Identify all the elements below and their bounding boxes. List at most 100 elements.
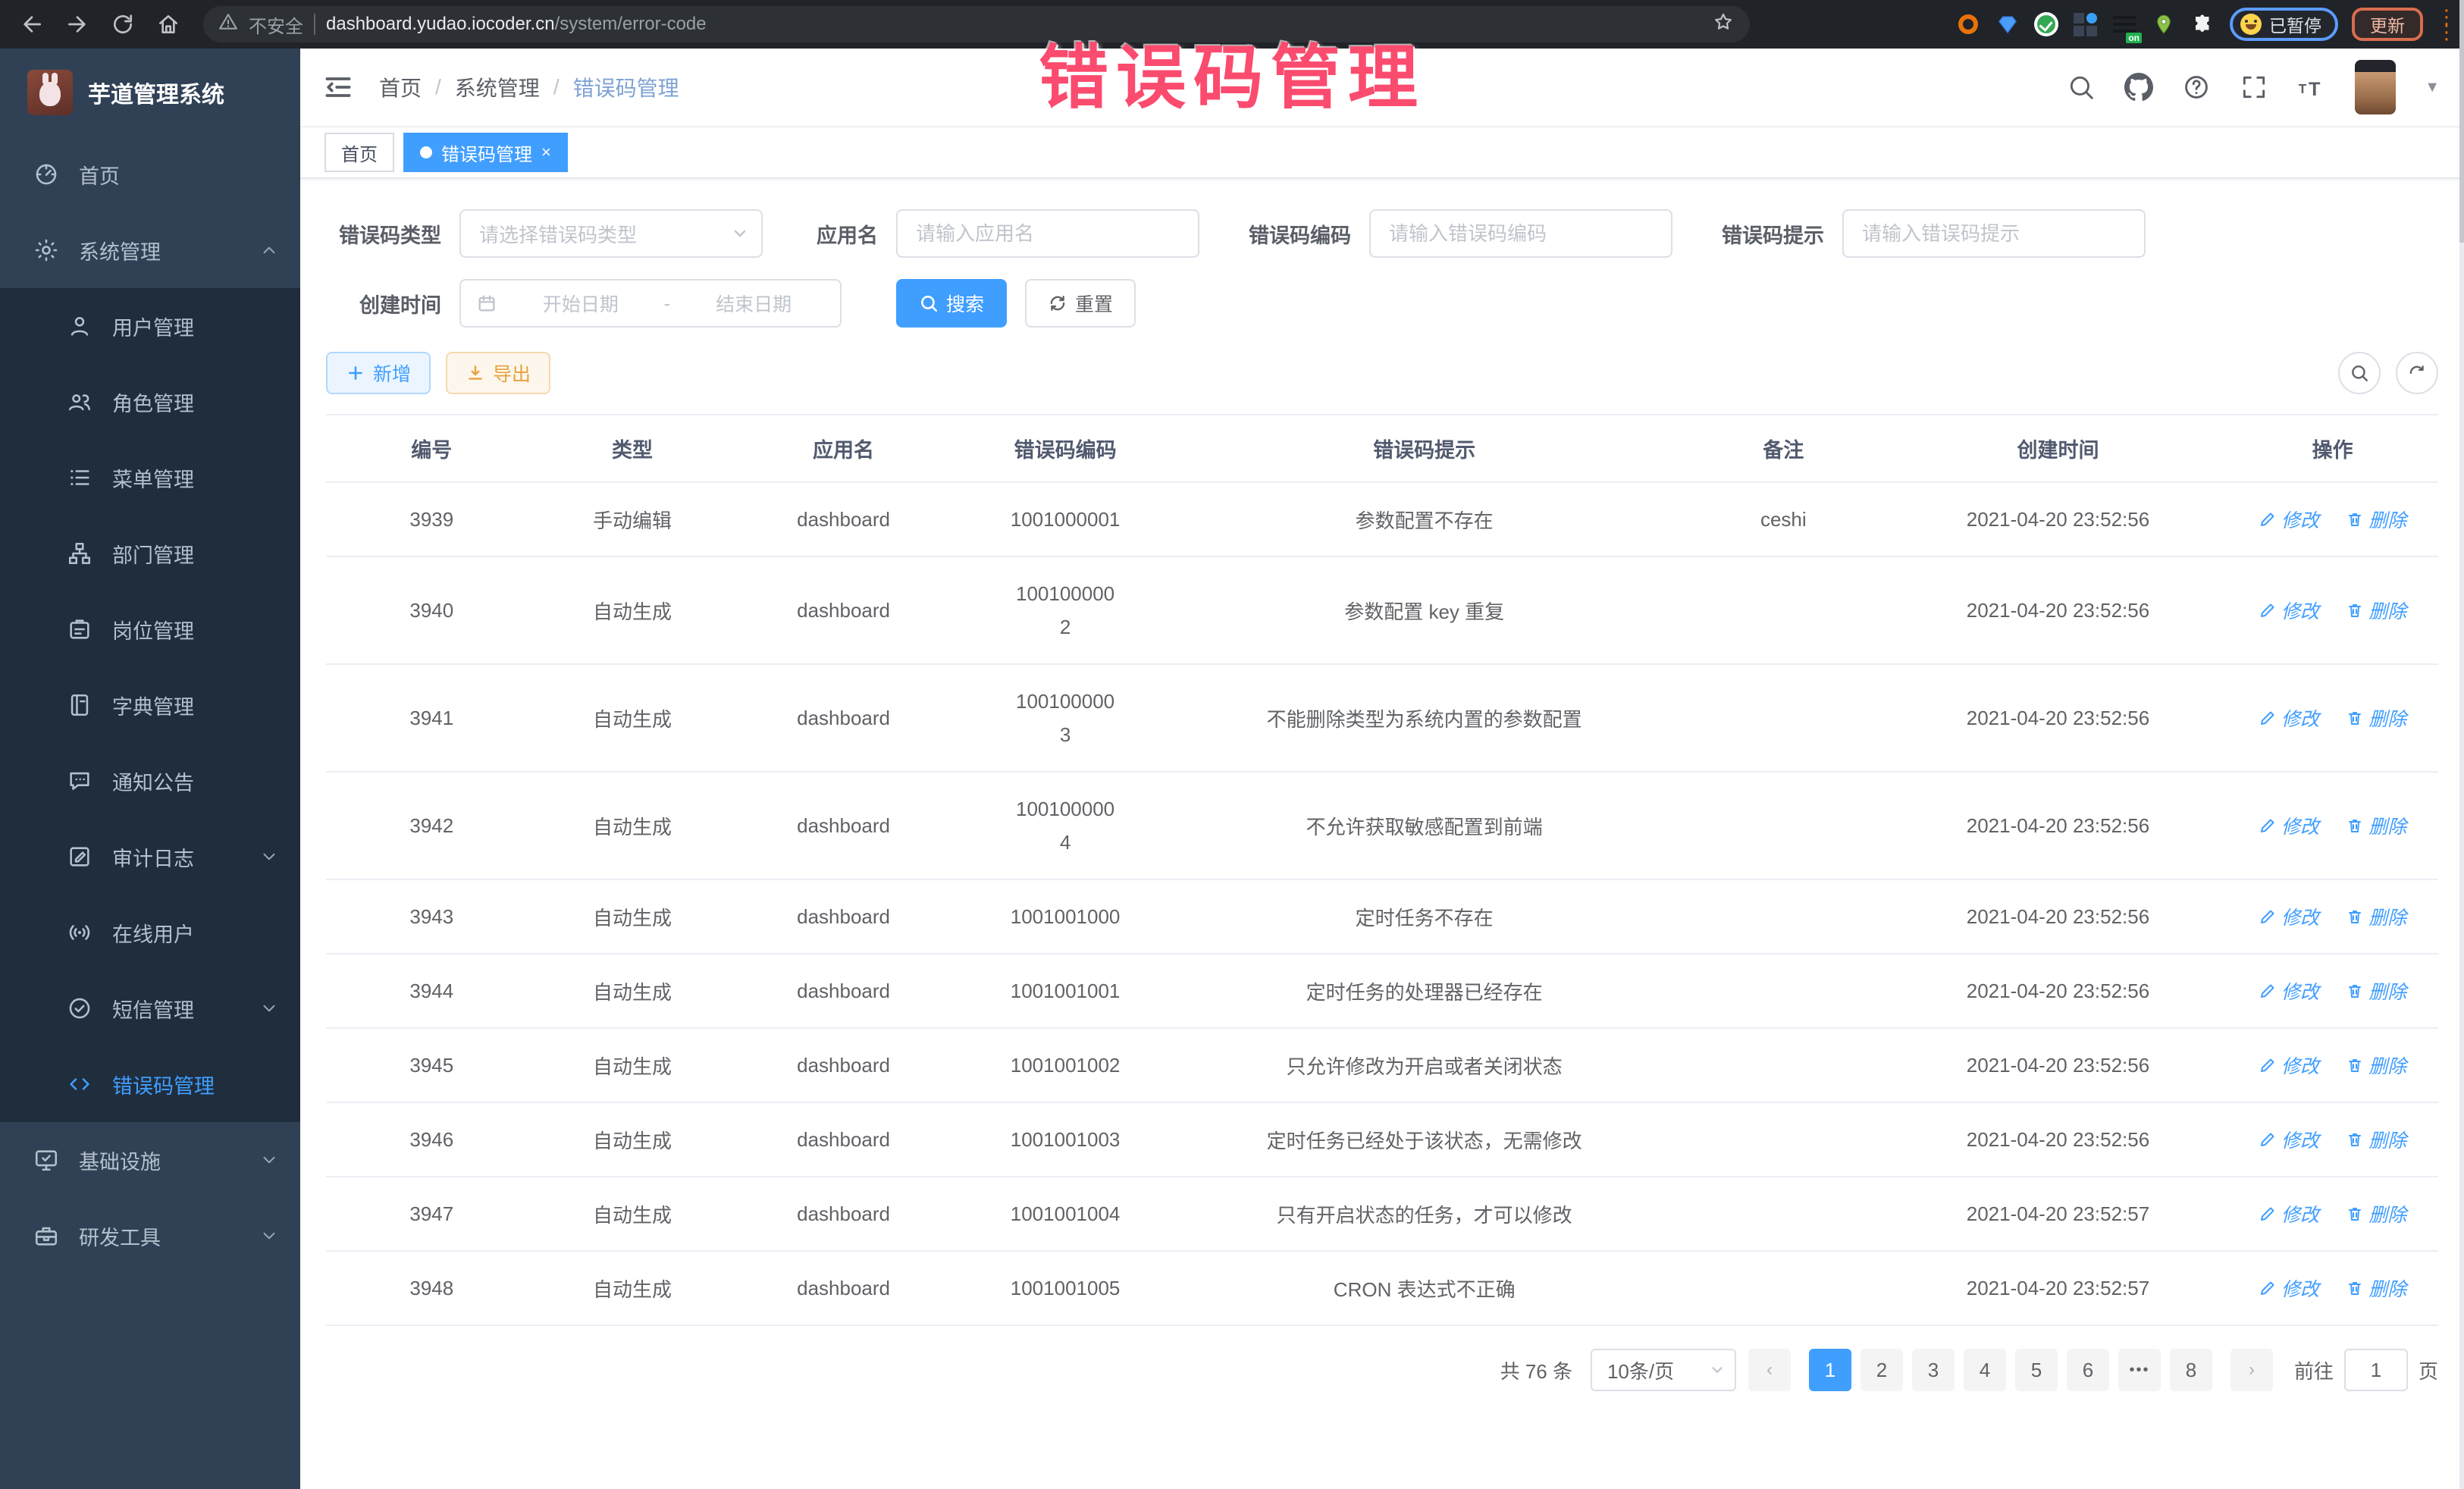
app-name-input[interactable] — [916, 222, 1180, 246]
sidebar-item-org-tree[interactable]: 部门管理 — [0, 516, 300, 591]
browser-home-icon[interactable] — [149, 5, 188, 44]
tab-home[interactable]: 首页 — [324, 133, 394, 172]
profile-paused-badge[interactable]: 已暂停 — [2230, 8, 2338, 41]
address-bar[interactable]: 不安全 dashboard.yudao.iocoder.cn/system/er… — [203, 6, 1750, 42]
edit-link[interactable]: 修改 — [2259, 1126, 2319, 1153]
cell-code: 100100000 3 — [960, 664, 1171, 772]
sidebar-item-announcement[interactable]: 通知公告 — [0, 743, 300, 819]
edit-link[interactable]: 修改 — [2259, 1052, 2319, 1079]
edit-link[interactable]: 修改 — [2259, 506, 2319, 533]
delete-link[interactable]: 删除 — [2346, 1126, 2406, 1153]
prev-page-button[interactable]: ‹ — [1748, 1349, 1791, 1391]
extensions-puzzle-icon[interactable] — [2190, 11, 2216, 37]
sidebar-item-users[interactable]: 角色管理 — [0, 364, 300, 440]
bookmark-star-icon[interactable] — [1712, 11, 1735, 39]
cell-type: 自动生成 — [538, 1177, 728, 1251]
fullscreen-icon[interactable] — [2240, 73, 2268, 102]
sidebar-item-user[interactable]: 用户管理 — [0, 288, 300, 364]
page-button-2[interactable]: 2 — [1861, 1349, 1903, 1391]
extension-pin-icon[interactable] — [2151, 11, 2177, 37]
font-size-icon[interactable]: TT — [2297, 73, 2326, 102]
edit-link[interactable]: 修改 — [2259, 1200, 2319, 1227]
sidebar-item-infra[interactable]: 基础设施 — [0, 1122, 300, 1198]
delete-link[interactable]: 删除 — [2346, 704, 2406, 732]
window-scrollbar[interactable] — [2459, 0, 2464, 1489]
user-avatar[interactable] — [2355, 60, 2396, 114]
breadcrumb-system[interactable]: 系统管理 — [455, 72, 540, 102]
code-icon — [67, 1071, 92, 1097]
page-button-1[interactable]: 1 — [1809, 1349, 1851, 1391]
sidebar-item-code[interactable]: 错误码管理 — [0, 1046, 300, 1122]
cell-id: 3941 — [326, 664, 538, 772]
reset-button[interactable]: 重置 — [1025, 279, 1136, 328]
edit-link[interactable]: 修改 — [2259, 597, 2319, 624]
toggle-search-button[interactable] — [2338, 352, 2381, 394]
page-button-3[interactable]: 3 — [1912, 1349, 1955, 1391]
delete-link[interactable]: 删除 — [2346, 1200, 2406, 1227]
cell-type: 自动生成 — [538, 772, 728, 879]
extension-list-on-icon[interactable]: on — [2111, 11, 2137, 37]
browser-back-icon[interactable] — [12, 5, 52, 44]
next-page-button[interactable]: › — [2230, 1349, 2273, 1391]
delete-label: 删除 — [2368, 977, 2406, 1005]
sidebar-item-book[interactable]: 字典管理 — [0, 667, 300, 743]
extension-grid-icon[interactable] — [2072, 11, 2098, 37]
refresh-table-button[interactable] — [2396, 352, 2438, 394]
edit-link[interactable]: 修改 — [2259, 903, 2319, 930]
breadcrumb-home[interactable]: 首页 — [379, 72, 422, 102]
edit-link[interactable]: 修改 — [2259, 1274, 2319, 1302]
page-size-select[interactable]: 10条/页 — [1591, 1349, 1736, 1391]
sidebar-item-gear[interactable]: 系统管理 — [0, 212, 300, 288]
sidebar-item-online-user[interactable]: 在线用户 — [0, 895, 300, 970]
cell-app: dashboard — [727, 1028, 959, 1102]
delete-link[interactable]: 删除 — [2346, 812, 2406, 839]
error-type-select[interactable]: 请选择错误码类型 — [459, 209, 763, 258]
sidebar-item-audit-log[interactable]: 审计日志 — [0, 819, 300, 895]
edit-link[interactable]: 修改 — [2259, 812, 2319, 839]
add-button[interactable]: 新增 — [326, 352, 431, 394]
delete-link[interactable]: 删除 — [2346, 1052, 2406, 1079]
error-tip-input[interactable] — [1862, 222, 2126, 246]
svg-text:T: T — [2299, 81, 2307, 96]
help-icon[interactable] — [2182, 73, 2211, 102]
browser-menu-dots-icon[interactable]: ⋮⋮ — [2437, 9, 2452, 39]
sidebar-item-devtools[interactable]: 研发工具 — [0, 1198, 300, 1274]
sidebar-item-menu-list[interactable]: 菜单管理 — [0, 440, 300, 516]
extension-check-icon[interactable] — [2034, 12, 2058, 36]
sidebar-fold-icon[interactable] — [321, 71, 355, 104]
export-button[interactable]: 导出 — [446, 352, 550, 394]
cell-operations: 修改 删除 — [2227, 482, 2438, 556]
user-menu-caret-icon[interactable]: ▼ — [2425, 79, 2440, 96]
sidebar-item-sms[interactable]: 短信管理 — [0, 970, 300, 1046]
delete-link[interactable]: 删除 — [2346, 977, 2406, 1005]
delete-link[interactable]: 删除 — [2346, 903, 2406, 930]
goto-page-input[interactable] — [2344, 1349, 2408, 1391]
page-more-button[interactable]: ••• — [2118, 1349, 2161, 1391]
search-button[interactable]: 搜索 — [896, 279, 1007, 328]
delete-link[interactable]: 删除 — [2346, 506, 2406, 533]
browser-reload-icon[interactable] — [103, 5, 143, 44]
page-button-4[interactable]: 4 — [1964, 1349, 2006, 1391]
search-icon[interactable] — [2067, 73, 2096, 102]
page-button-6[interactable]: 6 — [2067, 1349, 2109, 1391]
github-icon[interactable] — [2124, 73, 2153, 102]
create-time-range-picker[interactable]: 开始日期 - 结束日期 — [459, 279, 842, 328]
delete-link[interactable]: 删除 — [2346, 1274, 2406, 1302]
error-code-input[interactable] — [1389, 222, 1653, 246]
edit-link[interactable]: 修改 — [2259, 704, 2319, 732]
delete-link[interactable]: 删除 — [2346, 597, 2406, 624]
sidebar-item-gauge[interactable]: 首页 — [0, 136, 300, 212]
extension-gem-icon[interactable] — [1995, 11, 2020, 37]
cell-created: 2021-04-20 23:52:56 — [1889, 1102, 2227, 1177]
page-button-8[interactable]: 8 — [2170, 1349, 2212, 1391]
page-button-5[interactable]: 5 — [2015, 1349, 2058, 1391]
tab-close-icon[interactable]: × — [541, 144, 551, 161]
browser-update-button[interactable]: 更新 — [2352, 8, 2423, 41]
edit-link[interactable]: 修改 — [2259, 977, 2319, 1005]
extension-orange-icon[interactable] — [1955, 11, 1981, 37]
browser-forward-icon[interactable] — [58, 5, 97, 44]
sidebar-logo[interactable]: 芋道管理系统 — [0, 49, 300, 136]
tab-error-code[interactable]: 错误码管理× — [403, 133, 568, 172]
cell-id: 3943 — [326, 879, 538, 954]
sidebar-item-badge[interactable]: 岗位管理 — [0, 591, 300, 667]
